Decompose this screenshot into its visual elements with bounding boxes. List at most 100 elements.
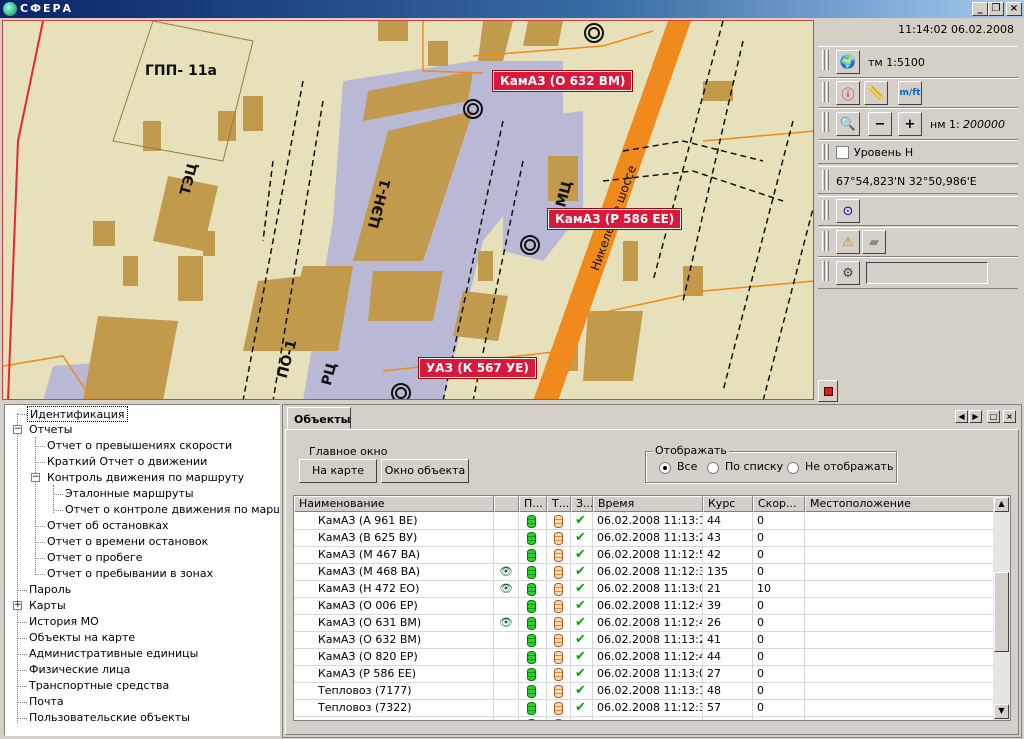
level-checkbox[interactable] [836, 146, 849, 159]
table-row[interactable]: КамАЗ (Р 586 ЕЕ) ✔ 06.02.2008 11:13:07 27 0 [294, 666, 994, 683]
col-header-course[interactable]: Курс [703, 496, 753, 512]
close-button[interactable]: × [1006, 2, 1022, 16]
object-location [805, 513, 994, 530]
scroll-up-icon[interactable]: ▲ [994, 497, 1009, 512]
col-header-location[interactable]: Местоположение [805, 496, 994, 512]
warning-icon[interactable]: ⚠ [836, 230, 860, 254]
battery-icon [547, 717, 571, 720]
tree-item-mail[interactable]: Почта [29, 694, 64, 710]
tree-item-brief-report[interactable]: Краткий Отчет о движении [47, 454, 207, 470]
table-row[interactable]: Тепловоз (7322) ✔ 06.02.2008 11:12:32 57 0 [294, 700, 994, 717]
battery-icon [547, 649, 571, 666]
vehicle-label-1[interactable]: КамАЗ (О 632 ВМ) [491, 70, 634, 92]
table-row[interactable]: КамАЗ (Н 472 ЕО) 👁 ✔ 06.02.2008 11:13:05 21 1… [294, 581, 994, 598]
tree-item-admin-units[interactable]: Административные единицы [29, 646, 198, 662]
nm-value: 200000 [963, 118, 1005, 131]
zoom-in-icon[interactable]: + [898, 112, 922, 136]
scroll-down-icon[interactable]: ▼ [994, 704, 1009, 719]
radio-by-list[interactable] [707, 462, 719, 474]
table-row[interactable]: КамАЗ (О 631 ВМ) 👁 ✔ 06.02.2008 11:12:46 26 0 [294, 615, 994, 632]
tree-item-persons[interactable]: Физические лица [29, 662, 130, 678]
zoom-icon[interactable]: 🔍 [836, 112, 860, 136]
main-window-label: Главное окно [307, 445, 390, 458]
tree-item-reference-routes[interactable]: Эталонные маршруты [65, 486, 194, 502]
battery-icon [547, 632, 571, 649]
restore-button[interactable]: ❐ [988, 2, 1004, 16]
tree-item-vehicles[interactable]: Транспортные средства [29, 678, 169, 694]
tree-item-map-objects[interactable]: Объекты на карте [29, 630, 135, 646]
info-icon[interactable]: ⓘ [836, 81, 860, 105]
scroll-thumb[interactable] [994, 572, 1009, 652]
collapse-icon[interactable]: − [31, 473, 40, 482]
tree-item-mileage-report[interactable]: Отчет о пробеге [47, 550, 142, 566]
toolbar-alerts: ⚠ ▰ [818, 227, 1018, 257]
tab-prev-icon[interactable]: ◀ [955, 410, 968, 423]
vehicle-label-3[interactable]: УАЗ (К 567 УЕ) [418, 357, 537, 379]
col-header-t[interactable]: Т... [547, 496, 571, 512]
expand-icon[interactable]: + [13, 601, 22, 610]
table-row[interactable]: КамАЗ (О 820 ЕР) ✔ 06.02.2008 11:12:46 44 0 [294, 649, 994, 666]
tab-next-icon[interactable]: ▶ [969, 410, 982, 423]
tree-item-route-control[interactable]: Контроль движения по маршруту [47, 470, 244, 486]
object-location [805, 683, 994, 700]
table-row[interactable]: КамАЗ (А 961 ВЕ) ✔ 06.02.2008 11:13:11 44 0 [294, 513, 994, 530]
minimize-button[interactable]: _ [972, 2, 988, 16]
tree-item-stops-report[interactable]: Отчет об остановках [47, 518, 168, 534]
tree-item-identification[interactable]: Идентификация [27, 406, 128, 422]
object-window-button[interactable]: Окно объекта [381, 459, 469, 483]
object-location [805, 530, 994, 547]
check-icon: ✔ [575, 717, 586, 720]
zoom-out-icon[interactable]: − [868, 112, 892, 136]
col-header-view[interactable] [494, 496, 519, 512]
table-row[interactable]: КамАЗ (О 006 ЕР) ✔ 06.02.2008 11:12:43 39 0 [294, 598, 994, 615]
units-icon[interactable]: m/ft [898, 81, 922, 105]
col-header-time[interactable]: Время [593, 496, 703, 512]
col-header-p[interactable]: П... [519, 496, 547, 512]
table-row[interactable]: Тепловоз (817) ✔ 06.02.2008 11:12:04590 [294, 717, 994, 720]
table-row[interactable]: Тепловоз (7177) ✔ 06.02.2008 11:13:18 48 0 [294, 683, 994, 700]
check-icon: ✔ [575, 700, 586, 715]
tree-item-maps[interactable]: Карты [29, 598, 66, 614]
collapse-icon[interactable]: − [13, 425, 22, 434]
ruler-icon[interactable]: 📏 [864, 81, 888, 105]
tab-objects[interactable]: Объекты [287, 407, 351, 429]
tree-line [17, 638, 27, 639]
tree-line [17, 702, 27, 703]
maximize-icon[interactable]: □ [987, 410, 1000, 423]
table-row[interactable]: КамАЗ (М 468 ВА) 👁 ✔ 06.02.2008 11:12:31 135… [294, 564, 994, 581]
table-row[interactable]: КамАЗ (В 625 ВУ) ✔ 06.02.2008 11:13:22 43 0 [294, 530, 994, 547]
col-header-speed[interactable]: Скор... [753, 496, 805, 512]
database-icon [527, 668, 536, 681]
panel-toggle-button[interactable] [818, 380, 838, 402]
tree-item-user-objects[interactable]: Пользовательские объекты [29, 710, 190, 726]
tree-item-route-control-report[interactable]: Отчет о контроле движения по маршруту [65, 502, 279, 518]
gear-icon[interactable]: ⚙ [836, 261, 860, 285]
tree-item-reports[interactable]: Отчеты [29, 422, 72, 438]
object-speed: 0 [753, 615, 805, 632]
close-icon[interactable]: × [1003, 410, 1016, 423]
eraser-icon[interactable]: ▰ [862, 230, 886, 254]
table-row[interactable]: КамАЗ (М 467 ВА) ✔ 06.02.2008 11:12:50 42 0 [294, 547, 994, 564]
map-feature-gpp: ГПП- 11а [145, 63, 217, 79]
red-square-icon [823, 386, 833, 396]
radio-all[interactable] [659, 462, 671, 474]
cylinder-icon [554, 549, 563, 562]
object-course: 27 [703, 666, 753, 683]
tree-item-stop-time-report[interactable]: Отчет о времени остановок [47, 534, 208, 550]
tree-item-history[interactable]: История МО [29, 614, 99, 630]
tree-item-zones-report[interactable]: Отчет о пребывании в зонах [47, 566, 213, 582]
globe-icon[interactable]: 🌍 [836, 50, 860, 74]
col-header-z[interactable]: З... [571, 496, 593, 512]
tree-item-speed-report[interactable]: Отчет о превышениях скорости [47, 438, 232, 454]
vertical-scrollbar[interactable]: ▲ ▼ [993, 496, 1010, 720]
col-header-name[interactable]: Наименование [294, 496, 494, 512]
on-map-button[interactable]: На карте [299, 459, 377, 483]
target-icon[interactable]: ⊙ [836, 199, 860, 223]
radio-all-label: Все [677, 460, 698, 473]
object-location [805, 581, 994, 598]
radio-none[interactable] [787, 462, 799, 474]
table-row[interactable]: КамАЗ (О 632 ВМ) ✔ 06.02.2008 11:13:20 41 0 [294, 632, 994, 649]
tree-item-password[interactable]: Пароль [29, 582, 71, 598]
map-view[interactable]: ГПП- 11а ТЭЦ ЦЭН-1 ПО-1 РЦ МЦ Никелевое … [2, 20, 814, 400]
vehicle-label-2[interactable]: КамАЗ (Р 586 ЕЕ) [546, 208, 683, 230]
